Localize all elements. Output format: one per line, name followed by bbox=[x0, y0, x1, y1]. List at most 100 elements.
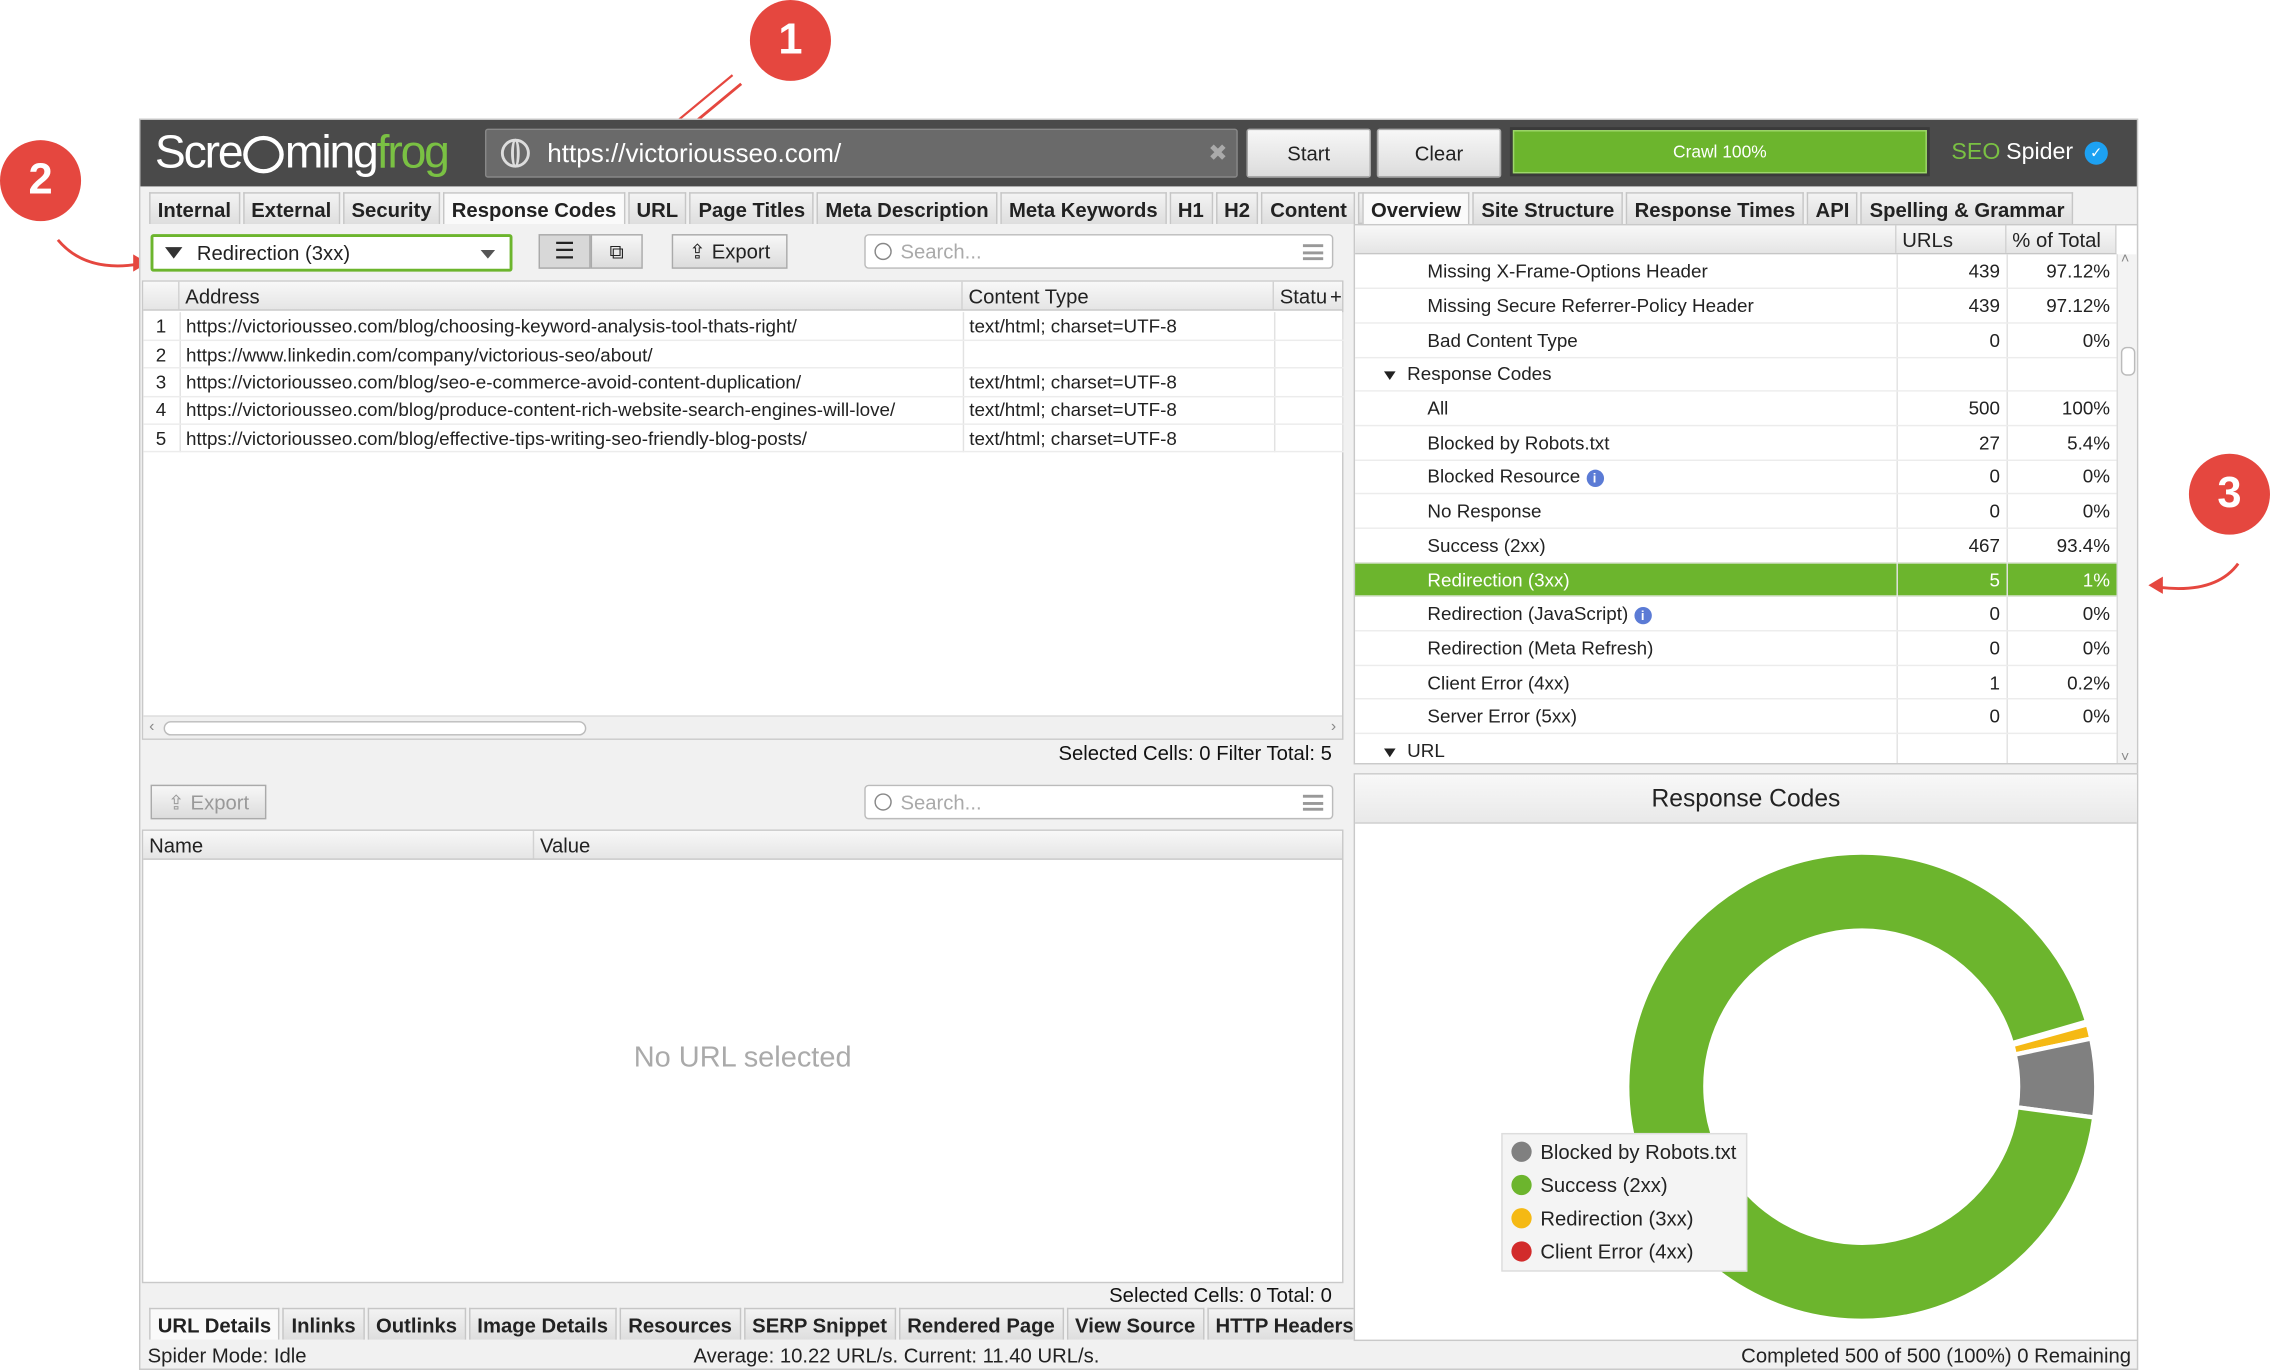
tab-h1[interactable]: H1 bbox=[1169, 192, 1213, 224]
expand-triangle-icon[interactable] bbox=[1384, 747, 1396, 757]
overview-row-blocked-by-robots-txt[interactable]: Blocked by Robots.txt 27 5.4% bbox=[1355, 425, 2118, 461]
overview-row-success-2xx[interactable]: Success (2xx) 467 93.4% bbox=[1355, 528, 2118, 564]
scrollbar-thumb[interactable] bbox=[163, 721, 587, 736]
export-label: Export bbox=[711, 239, 771, 264]
scroll-right-icon[interactable]: › bbox=[1331, 718, 1336, 735]
clear-url-icon[interactable]: ✖ bbox=[1208, 139, 1227, 168]
overview-scroll-thumb[interactable] bbox=[2120, 346, 2136, 376]
legend-item-success-2xx: Success (2xx) bbox=[1503, 1168, 1746, 1201]
upload-icon: ⇪ bbox=[167, 789, 185, 813]
column-content-type[interactable]: Content Type bbox=[963, 281, 1274, 310]
table-row[interactable]: 4 https://victoriousseo.com/blog/produce-… bbox=[143, 396, 1343, 425]
overview-urls: 439 bbox=[1896, 254, 2008, 290]
search-options-icon[interactable] bbox=[1302, 794, 1324, 811]
tab-rendered-page[interactable]: Rendered Page bbox=[898, 1307, 1064, 1340]
tab-response-codes[interactable]: Response Codes bbox=[443, 192, 625, 224]
overview-row-redirection-javascript[interactable]: Redirection (JavaScript) i 0 0% bbox=[1355, 596, 2118, 632]
brand-seo: SEO bbox=[1951, 140, 2001, 165]
search-options-icon[interactable] bbox=[1302, 244, 1324, 261]
info-icon[interactable]: i bbox=[1634, 607, 1652, 625]
filter-dropdown[interactable]: Redirection (3xx) bbox=[150, 234, 513, 272]
overview-row-server-error-5xx[interactable]: Server Error (5xx) 0 0% bbox=[1355, 699, 2118, 735]
overview-row-redirection-meta-refresh[interactable]: Redirection (Meta Refresh) 0 0% bbox=[1355, 630, 2118, 666]
tab-inlinks[interactable]: Inlinks bbox=[282, 1307, 365, 1340]
completed-count: Completed 500 of 500 (100%) 0 Remaining bbox=[1741, 1343, 2132, 1368]
chart-legend: Blocked by Robots.txt Success (2xx) Redire… bbox=[1501, 1132, 1748, 1272]
filter-icon bbox=[165, 247, 183, 259]
column-name[interactable]: Name bbox=[143, 830, 535, 859]
column-pct[interactable]: % of Total bbox=[2007, 225, 2117, 253]
row-content-type: text/html; charset=UTF-8 bbox=[962, 368, 1275, 397]
column-urls[interactable]: URLs bbox=[1896, 225, 2007, 253]
info-icon[interactable]: i bbox=[1585, 470, 1604, 488]
scroll-up-icon[interactable]: ˄ bbox=[2121, 251, 2129, 267]
overview-label: Server Error (5xx) bbox=[1427, 705, 1577, 728]
tab-page-titles[interactable]: Page Titles bbox=[689, 192, 814, 224]
tab-content[interactable]: Content bbox=[1261, 192, 1356, 224]
column-value[interactable]: Value bbox=[534, 831, 1342, 858]
expand-triangle-icon[interactable] bbox=[1384, 371, 1396, 381]
screaming-frog-logo: Scre mingfrog bbox=[154, 125, 450, 178]
overview-row-response-codes[interactable]: Response Codes bbox=[1355, 357, 2118, 392]
overview-scrollbar[interactable]: ˄ ˅ bbox=[2116, 251, 2137, 763]
tab-meta-keywords[interactable]: Meta Keywords bbox=[1000, 192, 1167, 224]
overview-row-missing-x-frame-options-header[interactable]: Missing X-Frame-Options Header 439 97.12% bbox=[1355, 254, 2118, 290]
list-view-button[interactable]: ☰ bbox=[538, 234, 591, 269]
overview-label: Bad Content Type bbox=[1427, 329, 1578, 351]
detail-search-placeholder: Search... bbox=[900, 790, 982, 814]
column-status[interactable]: Statu + bbox=[1274, 282, 1342, 309]
scroll-down-icon[interactable]: ˅ bbox=[2121, 750, 2129, 763]
tree-view-button[interactable]: ⧉ bbox=[590, 234, 643, 269]
tab-h2[interactable]: H2 bbox=[1215, 192, 1259, 224]
overview-row-bad-content-type[interactable]: Bad Content Type 0 0% bbox=[1355, 322, 2118, 358]
donut-slice-blocked-by-robots-txt bbox=[2012, 1035, 2099, 1120]
tab-api[interactable]: API bbox=[1806, 192, 1859, 224]
tab-overview[interactable]: Overview bbox=[1362, 192, 1470, 224]
export-button[interactable]: ⇪ Export bbox=[671, 234, 788, 269]
tab-site-structure[interactable]: Site Structure bbox=[1472, 192, 1623, 224]
table-row[interactable]: 2 https://www.linkedin.com/company/victor… bbox=[143, 340, 1343, 369]
add-column-icon[interactable]: + bbox=[1330, 284, 1342, 307]
clear-button[interactable]: Clear bbox=[1376, 128, 1502, 178]
search-placeholder: Search... bbox=[900, 239, 982, 264]
tab-response-times[interactable]: Response Times bbox=[1625, 192, 1804, 224]
tab-serp-snippet[interactable]: SERP Snippet bbox=[743, 1307, 896, 1340]
table-row[interactable]: 5 https://victoriousseo.com/blog/effectiv… bbox=[143, 424, 1343, 453]
overview-row-url[interactable]: URL bbox=[1355, 733, 2118, 764]
tab-security[interactable]: Security bbox=[342, 192, 441, 224]
detail-search-input[interactable]: Search... bbox=[864, 784, 1334, 820]
overview-row-missing-secure-referrer-policy-header[interactable]: Missing Secure Referrer-Policy Header 439… bbox=[1355, 288, 2118, 324]
tab-internal[interactable]: Internal bbox=[149, 192, 240, 224]
table-row[interactable]: 3 https://victoriousseo.com/blog/seo-e-co… bbox=[143, 368, 1343, 397]
legend-label: Client Error (4xx) bbox=[1540, 1239, 1694, 1263]
overview-row-blocked-resource[interactable]: Blocked Resource i 0 0% bbox=[1355, 459, 2118, 495]
detail-export-button[interactable]: ⇪ Export bbox=[150, 784, 267, 820]
start-button[interactable]: Start bbox=[1246, 128, 1371, 178]
tab-meta-description[interactable]: Meta Description bbox=[816, 192, 998, 224]
search-input[interactable]: Search... bbox=[864, 234, 1334, 269]
overview-row-no-response[interactable]: No Response 0 0% bbox=[1355, 493, 2118, 529]
tab-http-headers[interactable]: HTTP Headers bbox=[1206, 1307, 1363, 1340]
column-address[interactable]: Address bbox=[180, 281, 963, 310]
chart-title: Response Codes bbox=[1355, 774, 2137, 824]
horizontal-scrollbar[interactable]: ‹ › bbox=[143, 715, 1343, 739]
overview-pct: 0% bbox=[2006, 699, 2118, 735]
overview-pct: 0.2% bbox=[2006, 665, 2118, 701]
overview-row-client-error-4xx[interactable]: Client Error (4xx) 1 0.2% bbox=[1355, 665, 2118, 701]
tab-external[interactable]: External bbox=[242, 192, 340, 224]
url-input[interactable]: https://victoriousseo.com/ ✖ bbox=[484, 128, 1238, 178]
tab-view-source[interactable]: View Source bbox=[1066, 1307, 1204, 1340]
tab-spelling-grammar[interactable]: Spelling & Grammar bbox=[1860, 192, 2074, 224]
tab-resources[interactable]: Resources bbox=[619, 1307, 741, 1340]
overview-row-all[interactable]: All 500 100% bbox=[1355, 391, 2118, 427]
tab-image-details[interactable]: Image Details bbox=[468, 1307, 617, 1340]
scroll-left-icon[interactable]: ‹ bbox=[149, 718, 154, 735]
overview-row-redirection-3xx[interactable]: Redirection (3xx) 5 1% bbox=[1355, 562, 2118, 598]
tab-outlinks[interactable]: Outlinks bbox=[367, 1307, 466, 1340]
row-content-type: text/html; charset=UTF-8 bbox=[962, 396, 1275, 425]
tab-url-details[interactable]: URL Details bbox=[149, 1307, 280, 1340]
tab-url[interactable]: URL bbox=[627, 192, 687, 224]
table-row[interactable]: 1 https://victoriousseo.com/blog/choosing… bbox=[143, 312, 1343, 341]
twitter-icon[interactable]: ✓ bbox=[2084, 141, 2108, 165]
overview-pct: 97.12% bbox=[2006, 254, 2118, 290]
